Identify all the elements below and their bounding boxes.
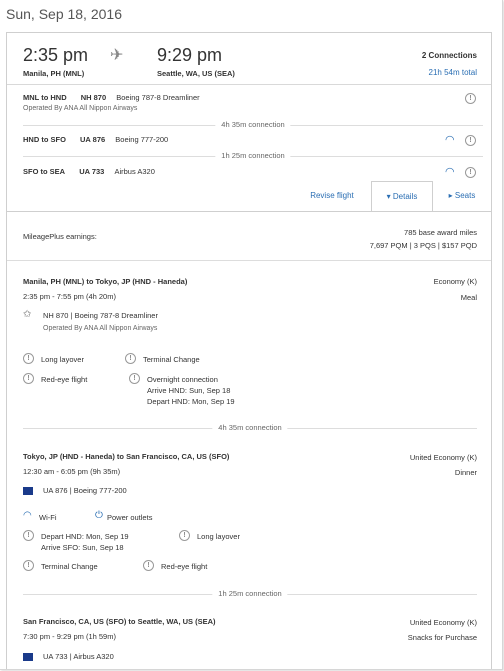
detail-cabin: Economy (K): [433, 277, 477, 286]
alert-icon: !: [143, 560, 154, 571]
note-arrive: Arrive HND: Sun, Sep 18: [147, 386, 231, 395]
revise-flight-link[interactable]: Revise flight: [297, 181, 367, 211]
total-duration[interactable]: 21h 54m total: [429, 68, 477, 77]
note-long-layover: Long layover: [41, 355, 84, 364]
detail-cabin: United Economy (K): [409, 453, 477, 462]
tab-details[interactable]: ▾ Details: [371, 181, 433, 212]
amenity-wifi: Wi-Fi: [39, 513, 57, 522]
tab-seats[interactable]: ▸ Seats: [437, 181, 487, 211]
united-logo-icon: [23, 653, 33, 661]
detail-flight: UA 733: [43, 652, 68, 661]
arrive-time: 9:29 pm: [157, 45, 223, 65]
mileage-label: MileagePlus earnings:: [23, 232, 97, 241]
alert-icon: !: [179, 530, 190, 541]
alert-icon: !: [125, 353, 136, 364]
detail-time: 2:35 pm - 7:55 pm (4h 20m): [23, 292, 116, 301]
detail-flight-info: UA 733 | Airbus A320: [43, 652, 114, 661]
layover-duration: 1h 25m connection: [215, 151, 291, 160]
detail-flight: NH 870: [43, 311, 69, 320]
segment-aircraft: Boeing 777-200: [115, 135, 169, 144]
segment-route: HND to SFO: [23, 135, 66, 144]
wifi-icon: ◠: [445, 134, 455, 146]
segment-flight: UA 733: [79, 167, 105, 176]
layover-duration: 1h 25m connection: [212, 589, 288, 598]
airplane-icon: ✈: [110, 47, 124, 64]
segment-aircraft: Airbus A320: [114, 167, 155, 176]
detail-time: 12:30 am - 6:05 pm (9h 35m): [23, 467, 121, 476]
connections-count: 2 Connections: [421, 51, 477, 60]
detail-route: San Francisco, CA, US (SFO) to Seattle, …: [23, 617, 216, 626]
detail-aircraft: Boeing 777-200: [73, 486, 127, 495]
note-red-eye: Red-eye flight: [161, 562, 208, 571]
info-icon[interactable]: !: [465, 135, 476, 146]
alert-icon: !: [129, 373, 140, 384]
pqm-details: 7,697 PQM | 3 PQS | $157 PQD: [369, 241, 477, 250]
detail-meal: Snacks for Purchase: [407, 633, 477, 642]
divider: [7, 260, 491, 261]
wifi-icon: ◠: [445, 166, 455, 178]
alert-icon: !: [23, 373, 34, 384]
segment-operator: Operated By ANA All Nippon Airways: [23, 105, 138, 112]
info-icon[interactable]: !: [465, 167, 476, 178]
detail-time: 7:30 pm - 9:29 pm (1h 59m): [23, 632, 116, 641]
note-overnight: Overnight connection: [147, 375, 218, 384]
segment-route: MNL to HND: [23, 93, 67, 102]
note-terminal-change: Terminal Change: [143, 355, 200, 364]
layover-divider: 1h 25m connection: [23, 589, 477, 599]
layover-duration: 4h 35m connection: [215, 120, 291, 129]
united-logo-icon: [23, 487, 33, 495]
detail-route: Manila, PH (MNL) to Tokyo, JP (HND - Han…: [23, 277, 188, 286]
note-long-layover: Long layover: [197, 532, 240, 541]
layover-divider: 1h 25m connection: [23, 151, 483, 161]
details-panel: MileagePlus earnings: 785 base award mil…: [6, 211, 492, 669]
segment-1: MNL to HND NH 870 Boeing 787-8 Dreamline…: [23, 93, 200, 112]
segment-flight: UA 876: [80, 135, 106, 144]
note-arrive: Arrive SFO: Sun, Sep 18: [41, 543, 124, 552]
wifi-icon: ◠: [23, 510, 32, 521]
segment-3: SFO to SEA UA 733 Airbus A320: [23, 167, 155, 176]
detail-meal: Meal: [460, 293, 477, 302]
info-icon[interactable]: !: [465, 93, 476, 104]
star-alliance-icon: ✩: [23, 309, 32, 320]
note-depart: Depart HND: Mon, Sep 19: [147, 397, 235, 406]
flight-date: Sun, Sep 18, 2016: [6, 6, 122, 22]
page-frame: Sun, Sep 18, 2016 2:35 pm Manila, PH (MN…: [0, 0, 503, 670]
detail-operator: Operated By ANA All Nippon Airways: [43, 325, 158, 332]
detail-flight-info: NH 870 | Boeing 787-8 Dreamliner: [43, 311, 158, 320]
summary-header: 2:35 pm Manila, PH (MNL) ✈ 9:29 pm Seatt…: [7, 33, 491, 85]
detail-meal: Dinner: [454, 468, 477, 477]
note-depart: Depart HND: Mon, Sep 19: [41, 532, 129, 541]
layover-duration: 4h 35m connection: [212, 423, 288, 432]
layover-divider: 4h 35m connection: [23, 120, 483, 130]
flight-summary-card: 2:35 pm Manila, PH (MNL) ✈ 9:29 pm Seatt…: [6, 32, 492, 212]
detail-cabin: United Economy (K): [409, 618, 477, 627]
detail-route: Tokyo, JP (HND - Haneda) to San Francisc…: [23, 452, 230, 461]
detail-aircraft: Airbus A320: [73, 652, 114, 661]
note-terminal-change: Terminal Change: [41, 562, 98, 571]
arrive-city: Seattle, WA, US (SEA): [157, 69, 235, 78]
alert-icon: !: [23, 530, 34, 541]
alert-icon: !: [23, 560, 34, 571]
power-outlet-icon: ⏻: [95, 510, 103, 521]
depart-city: Manila, PH (MNL): [23, 69, 85, 78]
depart-time: 2:35 pm: [23, 45, 89, 65]
detail-flight-info: UA 876 | Boeing 777-200: [43, 486, 127, 495]
segment-aircraft: Boeing 787-8 Dreamliner: [116, 93, 200, 102]
segment-route: SFO to SEA: [23, 167, 66, 176]
note-red-eye: Red-eye flight: [41, 375, 88, 384]
layover-divider: 4h 35m connection: [23, 423, 477, 433]
flight-tabs: Revise flight ▾ Details ▸ Seats: [7, 181, 491, 212]
amenity-power: Power outlets: [107, 513, 153, 522]
segment-flight: NH 870: [80, 93, 107, 102]
detail-flight: UA 876: [43, 486, 68, 495]
award-miles: 785 base award miles: [404, 228, 477, 237]
alert-icon: !: [23, 353, 34, 364]
detail-aircraft: Boeing 787-8 Dreamliner: [74, 311, 158, 320]
segment-2: HND to SFO UA 876 Boeing 777-200: [23, 135, 168, 144]
